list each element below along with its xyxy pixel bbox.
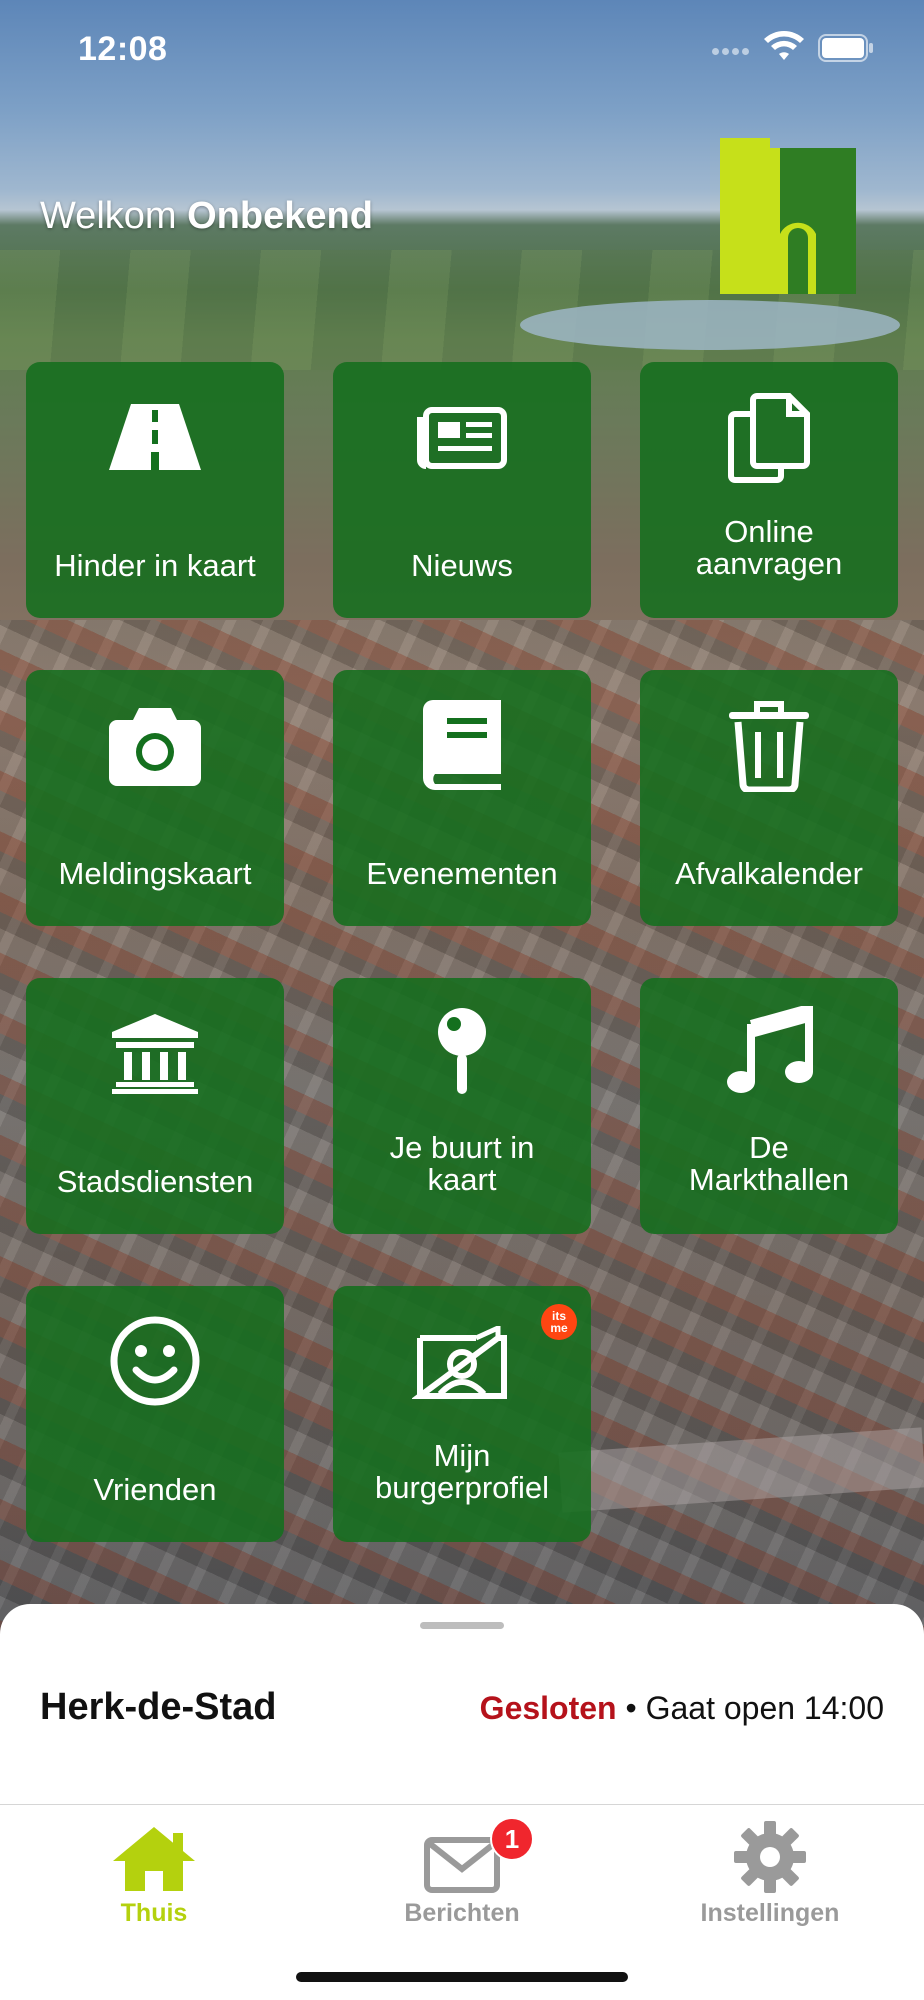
gear-icon [734,1821,806,1893]
tile-label: Vrienden [93,1472,217,1507]
unread-count-badge: 1 [490,1817,534,1861]
tile-label: Nieuws [411,548,513,583]
opening-status: Gesloten • Gaat open 14:00 [480,1690,884,1727]
institution-icon [112,1014,198,1094]
tile-afvalkalender[interactable]: Afvalkalender [640,670,898,926]
tab-berichten[interactable]: 1 Berichten [362,1817,562,1928]
tile-label: Afvalkalender [675,856,863,891]
tile-label: Hinder in kaart [54,548,256,583]
tile-label: De Markthallen [688,1130,850,1197]
tile-stadsdiensten[interactable]: Stadsdiensten [26,978,284,1234]
tile-label: Meldingskaart [58,856,252,891]
tile-de-markthallen[interactable]: De Markthallen [640,978,898,1234]
tile-hinder-in-kaart[interactable]: Hinder in kaart [26,362,284,618]
camera-icon [109,708,201,786]
tile-evenementen[interactable]: Evenementen [333,670,591,926]
status-bar: 12:08 [0,0,924,100]
map-pin-icon [438,1008,486,1094]
music-note-icon [727,1006,813,1093]
copy-documents-icon [728,393,810,483]
tile-label: Stadsdiensten [56,1164,254,1199]
trash-icon [729,701,809,792]
tab-label: Instellingen [700,1899,840,1927]
tab-thuis[interactable]: Thuis [54,1817,254,1928]
welcome-prefix: Welkom [40,195,177,237]
status-separator: • [625,1690,637,1726]
cellular-signal-icon [712,42,754,56]
tab-label: Thuis [120,1899,188,1927]
bottom-tab-bar: Thuis 1 Berichten Instellingen [0,1804,924,2000]
place-name: Herk-de-Stad [40,1686,277,1728]
newspaper-icon [417,407,507,469]
tab-instellingen[interactable]: Instellingen [670,1817,870,1928]
closed-status: Gesloten [479,1690,617,1726]
tile-vrienden[interactable]: Vrienden [26,1286,284,1542]
status-time: 12:08 [78,30,168,68]
profile-card-icon [412,1326,507,1399]
opening-hours-sheet[interactable]: Herk-de-Stad Gesloten • Gaat open 14:00 [0,1604,924,1804]
smiley-icon [110,1316,200,1406]
tile-nieuws[interactable]: Nieuws [333,362,591,618]
tile-meldingskaart[interactable]: Meldingskaart [26,670,284,926]
wifi-icon [764,31,804,60]
tile-online-aanvragen[interactable]: Online aanvragen [640,362,898,618]
city-logo-icon [720,138,856,294]
tile-label: Je buurt in kaart [389,1130,535,1197]
tile-mijn-burgerprofiel[interactable]: its me Mijn burgerprofiel [333,1286,591,1542]
welcome-text: Welkom Onbekend [40,195,373,238]
home-icon [113,1827,195,1891]
sheet-grab-handle[interactable] [420,1622,504,1629]
tile-label: Evenementen [366,856,558,891]
tab-label: Berichten [404,1899,520,1927]
road-icon [109,404,201,470]
tile-label: Online aanvragen [695,514,843,581]
tile-je-buurt-in-kaart[interactable]: Je buurt in kaart [333,978,591,1234]
tile-label: Mijn burgerprofiel [374,1438,550,1505]
battery-icon [818,34,873,62]
home-indicator[interactable] [296,1972,628,1982]
welcome-username: Onbekend [187,195,373,237]
book-icon [423,700,501,790]
next-opening-time: Gaat open 14:00 [645,1690,884,1726]
mail-icon [424,1837,500,1893]
